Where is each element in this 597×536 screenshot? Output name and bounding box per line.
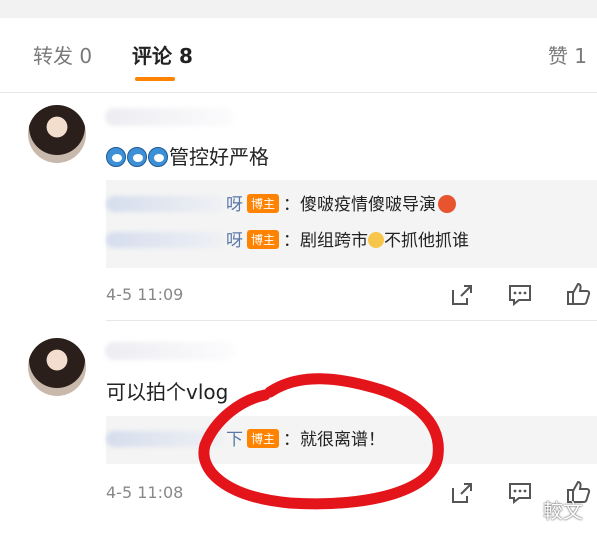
angry-emoji-icon: [438, 195, 457, 213]
tab-comments[interactable]: 评论 8: [132, 40, 193, 69]
comment-icon[interactable]: [507, 282, 533, 308]
doraemon-emoji-icon: [106, 147, 126, 167]
comment-text: 管控好严格: [106, 141, 269, 170]
divider: [106, 320, 597, 321]
comment-time: 4-5 11:09: [106, 285, 184, 304]
share-icon[interactable]: [449, 480, 475, 506]
top-strip: [0, 0, 597, 18]
tab-likes[interactable]: 赞 1: [548, 40, 587, 69]
author-badge: 博主: [247, 194, 280, 213]
tab-repost[interactable]: 转发 0: [33, 40, 92, 69]
reply-username-blurred[interactable]: [106, 431, 224, 447]
avatar[interactable]: [28, 338, 86, 396]
author-badge: 博主: [247, 230, 280, 249]
reply-line: 呀博主 ：傻啵疫情傻啵导演: [106, 190, 457, 220]
share-icon[interactable]: [449, 282, 475, 308]
reply-box[interactable]: 下博主 ：就很离谱！: [106, 416, 597, 464]
comment-icon[interactable]: [507, 480, 533, 506]
username-blurred[interactable]: [105, 108, 235, 126]
reply-box[interactable]: 呀博主 ：傻啵疫情傻啵导演 呀博主 ：剧组跨市 不抓他抓谁: [106, 180, 597, 268]
avatar[interactable]: [28, 105, 86, 163]
reply-line: 下博主 ：就很离谱！: [106, 425, 385, 455]
reply-username-blurred[interactable]: [106, 196, 224, 212]
comment-text: 可以拍个vlog: [106, 380, 229, 404]
watermark: 較文: [543, 499, 583, 523]
doraemon-emoji-icon: [127, 147, 147, 167]
reply-line: 呀博主 ：剧组跨市 不抓他抓谁: [106, 226, 469, 256]
author-badge: 博主: [247, 429, 280, 448]
username-blurred[interactable]: [105, 342, 235, 360]
doraemon-emoji-icon: [148, 147, 168, 167]
active-tab-indicator: [135, 77, 175, 81]
tab-bar: 转发 0 评论 8 赞 1: [0, 18, 597, 90]
divider: [0, 92, 597, 93]
like-icon[interactable]: [565, 281, 591, 307]
reply-username-blurred[interactable]: [106, 232, 224, 248]
crying-emoji-icon: [368, 232, 385, 248]
comment-time: 4-5 11:08: [106, 483, 184, 502]
